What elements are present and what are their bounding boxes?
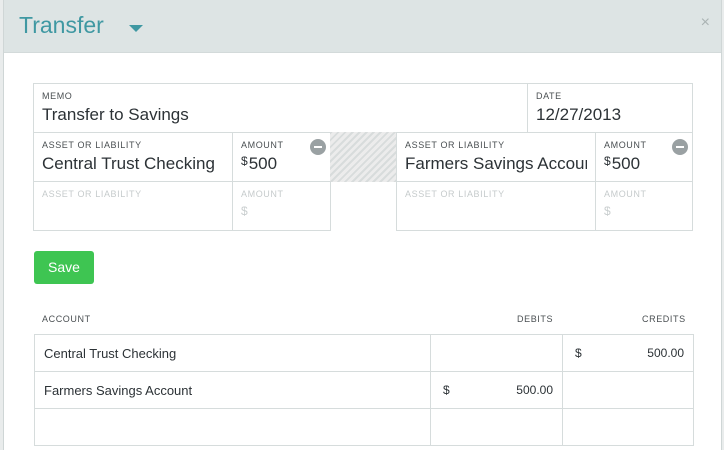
to-amount-empty-label: AMOUNT <box>604 189 647 199</box>
credit-currency: $ <box>575 346 582 360</box>
to-asset-value[interactable]: Farmers Savings Account <box>405 154 587 174</box>
remove-icon[interactable] <box>672 139 688 155</box>
credit-cell <box>563 372 693 408</box>
debit-currency: $ <box>443 383 450 397</box>
account-cell: Farmers Savings Account <box>35 372 431 408</box>
currency-symbol: $ <box>241 154 248 168</box>
remove-icon[interactable] <box>310 139 326 155</box>
from-amount-value[interactable]: $500 <box>241 154 277 174</box>
from-asset-value[interactable]: Central Trust Checking <box>42 154 226 174</box>
from-amount-number: 500 <box>248 154 278 173</box>
modal-title[interactable]: Transfer <box>19 12 104 39</box>
currency-symbol: $ <box>604 154 611 168</box>
debit-cell: $500.00 <box>431 372 563 408</box>
credit-amount: 500.00 <box>647 346 684 360</box>
table-row <box>35 409 693 446</box>
account-name: Central Trust Checking <box>44 346 177 361</box>
from-amount-empty-field[interactable]: AMOUNT $ <box>232 181 331 231</box>
to-amount-empty-field[interactable]: AMOUNT $ <box>595 181 693 231</box>
currency-placeholder: $ <box>241 204 248 218</box>
to-asset-label: ASSET OR LIABILITY <box>405 140 505 150</box>
credit-cell <box>563 409 693 445</box>
date-label: DATE <box>536 91 562 101</box>
memo-label: MEMO <box>42 91 73 101</box>
from-asset-empty-label: ASSET OR LIABILITY <box>42 189 142 199</box>
from-asset-field[interactable]: ASSET OR LIABILITY Central Trust Checkin… <box>33 132 233 182</box>
table-row: Farmers Savings Account $500.00 <box>35 372 693 409</box>
date-value[interactable]: 12/27/2013 <box>536 105 621 125</box>
to-asset-field[interactable]: ASSET OR LIABILITY Farmers Savings Accou… <box>396 132 596 182</box>
memo-field[interactable]: MEMO Transfer to Savings <box>33 83 528 133</box>
save-button[interactable]: Save <box>34 251 94 284</box>
ledger-table: Central Trust Checking $500.00 Farmers S… <box>34 334 694 446</box>
to-amount-field[interactable]: AMOUNT $500 <box>595 132 693 182</box>
account-cell: Central Trust Checking <box>35 335 431 371</box>
credit-cell: $500.00 <box>563 335 693 371</box>
to-asset-empty-field[interactable]: ASSET OR LIABILITY <box>396 181 596 231</box>
memo-value[interactable]: Transfer to Savings <box>42 105 189 125</box>
from-amount-empty-label: AMOUNT <box>241 189 284 199</box>
date-field[interactable]: DATE 12/27/2013 <box>527 83 693 133</box>
to-amount-value[interactable]: $500 <box>604 154 640 174</box>
debits-header: DEBITS <box>517 314 554 324</box>
modal-header: Transfer × <box>4 0 721 53</box>
transfer-modal: Transfer × MEMO Transfer to Savings DATE… <box>3 0 722 450</box>
close-icon[interactable]: × <box>701 14 710 32</box>
debit-amount: 500.00 <box>516 383 553 397</box>
account-header: ACCOUNT <box>42 314 91 324</box>
from-amount-field[interactable]: AMOUNT $500 <box>232 132 331 182</box>
account-cell <box>35 409 431 445</box>
from-amount-label: AMOUNT <box>241 140 284 150</box>
from-asset-label: ASSET OR LIABILITY <box>42 140 142 150</box>
credits-header: CREDITS <box>642 314 686 324</box>
transfer-divider <box>330 132 397 182</box>
to-amount-number: 500 <box>611 154 641 173</box>
chevron-down-icon[interactable] <box>129 25 143 32</box>
from-asset-empty-field[interactable]: ASSET OR LIABILITY <box>33 181 233 231</box>
debit-cell <box>431 409 563 445</box>
account-name: Farmers Savings Account <box>44 383 193 398</box>
debit-cell <box>431 335 563 371</box>
to-amount-label: AMOUNT <box>604 140 647 150</box>
currency-placeholder: $ <box>604 204 611 218</box>
to-asset-empty-label: ASSET OR LIABILITY <box>405 189 505 199</box>
table-row: Central Trust Checking $500.00 <box>35 335 693 372</box>
